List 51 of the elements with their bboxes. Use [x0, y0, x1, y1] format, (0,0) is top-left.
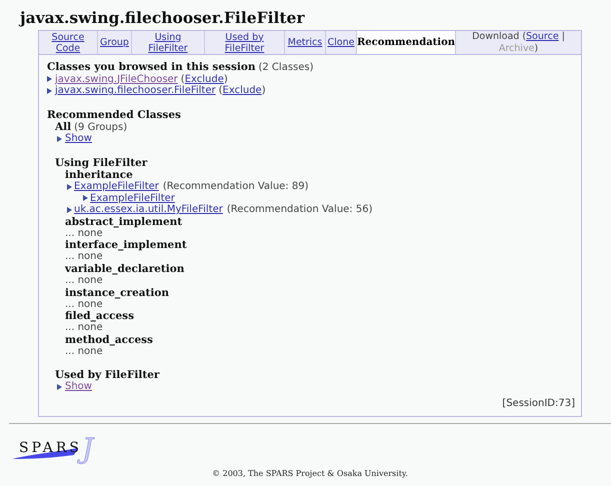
- category-title: inheritance: [64, 168, 134, 181]
- copyright-text: © 2003, The SPARS Project & Osaka University.: [211, 469, 409, 478]
- none-text: ... none: [64, 251, 104, 263]
- category-title: filed_access: [64, 310, 135, 322]
- none-text: ... none: [64, 228, 104, 240]
- session-id: [SessionID:73]: [502, 398, 575, 410]
- download-link[interactable]: Source: [526, 30, 559, 42]
- exclude-link[interactable]: Exclude: [184, 74, 224, 85]
- class-count: (2 Classes): [258, 62, 314, 74]
- section-heading: Classes you browsed in this session: [47, 61, 256, 73]
- group-title: Using FileFilter: [55, 156, 148, 169]
- section-heading: Recommended Classes: [47, 108, 182, 121]
- recommendation-value: (Recommendation Value: 89): [162, 180, 308, 193]
- triangle-icon: [67, 206, 72, 213]
- show-link[interactable]: Show: [65, 133, 92, 145]
- triangle-icon: [67, 184, 72, 190]
- tab-link[interactable]: Used by FileFilter: [212, 32, 278, 54]
- tab-link[interactable]: Clone: [328, 37, 354, 48]
- category-title: method_access: [64, 334, 154, 346]
- none-text: ... none: [64, 298, 104, 310]
- page-title: javax.swing.filechooser.FileFilter: [20, 8, 306, 27]
- triangle-icon: [83, 195, 88, 202]
- category-title: abstract_implement: [64, 216, 184, 228]
- triangle-icon: [57, 384, 62, 390]
- download-label: ): [534, 42, 538, 54]
- triangle-icon: [57, 136, 62, 142]
- class-link[interactable]: ExampleFileFilter: [90, 192, 175, 204]
- tab-link[interactable]: Group: [100, 37, 129, 48]
- class-link[interactable]: uk.ac.essex.ia.util.MyFileFilter: [74, 204, 223, 216]
- exclude-text: (Exclude): [218, 85, 266, 97]
- none-text: ... none: [64, 346, 104, 358]
- group-title: Used by FileFilter: [55, 369, 160, 382]
- show-link[interactable]: Show: [65, 381, 92, 393]
- tab-link[interactable]: Metrics: [288, 37, 322, 48]
- exclude-link[interactable]: Exclude: [222, 85, 262, 96]
- download-label: |: [560, 30, 565, 42]
- download-label: Download (: [472, 30, 526, 42]
- class-link[interactable]: ExampleFileFilter: [74, 180, 159, 193]
- recommendation-value: (Recommendation Value: 56): [226, 204, 372, 216]
- group-count: (9 Groups): [74, 122, 128, 133]
- category-title: instance_creation: [64, 286, 170, 299]
- tab-link[interactable]: Using FileFilter: [135, 32, 201, 54]
- none-text: ... none: [64, 322, 104, 334]
- category-title: variable_declaretion: [64, 262, 186, 275]
- none-text: ... none: [64, 274, 104, 287]
- category-title: interface_implement: [64, 239, 188, 252]
- class-link[interactable]: javax.swing.JFileChooser: [55, 74, 178, 86]
- class-link[interactable]: javax.swing.filechooser.FileFilter: [55, 85, 216, 97]
- group-title: All: [55, 120, 72, 133]
- exclude-text: (Exclude): [180, 74, 228, 85]
- tab-link[interactable]: Source Code: [40, 32, 96, 54]
